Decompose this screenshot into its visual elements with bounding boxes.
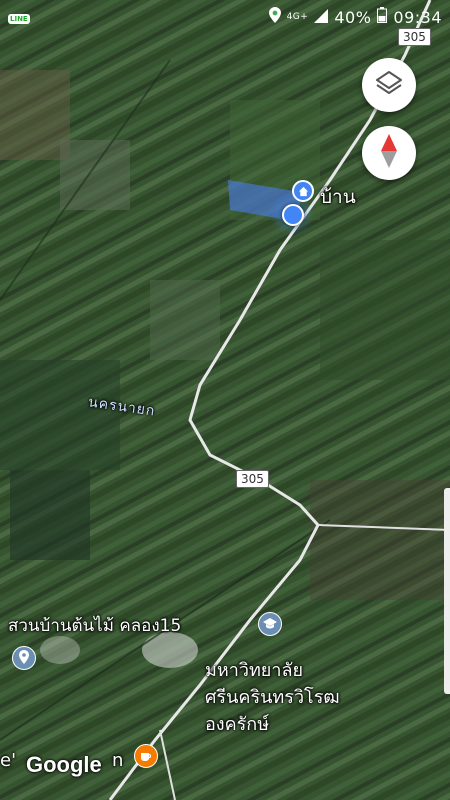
route-shield-305-mid: 305 bbox=[236, 470, 269, 488]
poi-university-line3[interactable]: องครักษ์ bbox=[205, 709, 269, 738]
poi-garden-label[interactable]: สวนบ้านต้นไม้ คลอง15 bbox=[8, 612, 181, 639]
layers-button[interactable] bbox=[362, 58, 416, 112]
clock: 09:34 bbox=[393, 7, 442, 27]
poi-university-line1[interactable]: มหาวิทยาลัย bbox=[205, 655, 303, 684]
battery-icon bbox=[377, 7, 388, 27]
cafe-icon bbox=[140, 747, 152, 766]
network-type: 4G+ bbox=[286, 12, 309, 22]
signal-icon bbox=[314, 8, 329, 27]
home-icon bbox=[298, 182, 309, 201]
poi-school-marker[interactable] bbox=[258, 612, 282, 636]
poi-university-line2[interactable]: ศรีนครินทรวิโรฒ bbox=[205, 682, 340, 711]
current-location-dot[interactable] bbox=[282, 204, 304, 226]
line-app-icon: LINE bbox=[8, 14, 30, 24]
compass-icon bbox=[379, 134, 399, 172]
map-pin-icon bbox=[19, 649, 29, 668]
poi-location-marker[interactable] bbox=[12, 646, 36, 670]
poi-partial-right-label: n bbox=[112, 750, 124, 771]
layers-icon bbox=[375, 69, 403, 101]
home-place-marker[interactable] bbox=[292, 180, 314, 202]
side-drawer-handle[interactable] bbox=[444, 488, 450, 694]
poi-partial-left-label: e' bbox=[0, 750, 17, 771]
poi-cafe-marker[interactable] bbox=[134, 744, 158, 768]
location-status-icon bbox=[268, 7, 281, 27]
google-logo: Google bbox=[26, 752, 102, 777]
battery-percent: 40% bbox=[334, 7, 372, 27]
compass-button[interactable] bbox=[362, 126, 416, 180]
home-label[interactable]: บ้าน bbox=[320, 182, 356, 212]
graduation-cap-icon bbox=[263, 615, 277, 634]
route-shield-305-top: 305 bbox=[398, 28, 431, 46]
status-bar: LINE 4G+ 40% 09:34 bbox=[0, 0, 450, 34]
